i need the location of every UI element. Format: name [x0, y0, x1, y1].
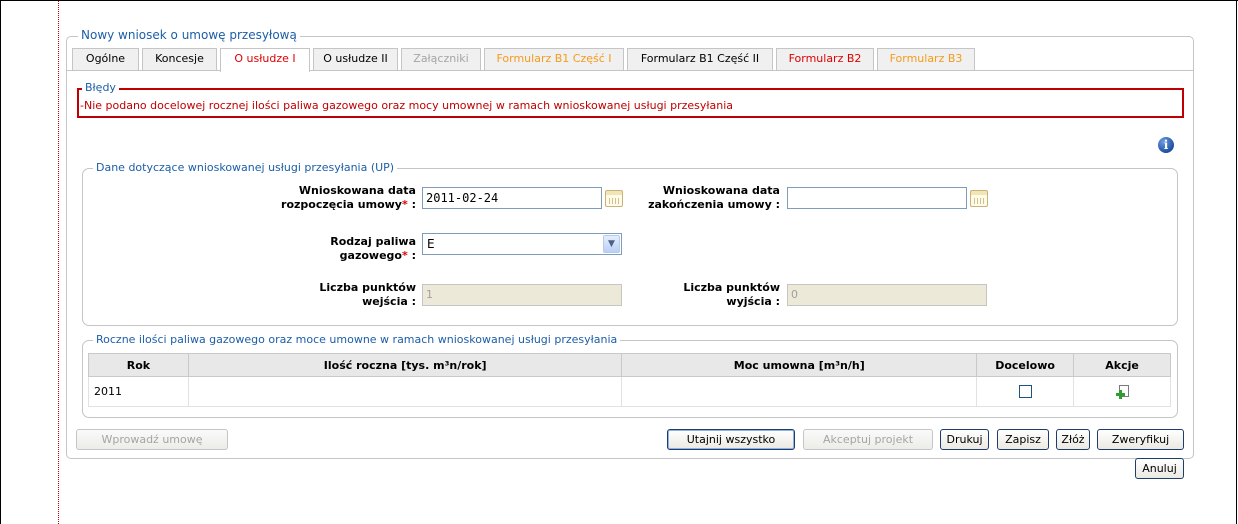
start-date-input[interactable]: 2011-02-24: [422, 187, 602, 209]
fuel-type-label-line2: gazowego: [339, 249, 402, 262]
power-cell[interactable]: [621, 376, 978, 407]
column-header-quantity: Ilość roczna [tys. m³n/rok]: [187, 353, 623, 377]
page-margin-line: [58, 1, 59, 524]
target-checkbox[interactable]: [1018, 385, 1032, 399]
entry-points-label: Liczba punktów wejścia :: [280, 281, 416, 309]
actions-cell: [1073, 376, 1171, 407]
table-header-row: Rok Ilość roczna [tys. m³n/rok] Moc umow…: [88, 353, 1171, 377]
window-left-border: [0, 0, 1, 524]
year-cell: 2011: [88, 376, 189, 407]
fuel-type-label: Rodzaj paliwa gazowego* :: [280, 235, 416, 263]
annual-quantities-table: Rok Ilość roczna [tys. m³n/rok] Moc umow…: [88, 353, 1171, 407]
fuel-type-label-line1: Rodzaj paliwa: [330, 235, 416, 248]
quantity-cell[interactable]: [187, 376, 623, 407]
cancel-button[interactable]: Anuluj: [1135, 458, 1184, 479]
table-row: 2011: [88, 376, 1171, 407]
column-header-actions: Akcje: [1073, 353, 1171, 377]
window-top-border: [0, 0, 1238, 1]
tab-o-usludze-1[interactable]: O usłudze I: [220, 48, 310, 72]
end-date-label: Wnioskowana data zakończenia umowy :: [640, 184, 780, 212]
start-date-label-line1: Wnioskowana data: [298, 184, 416, 197]
tab-ogolne[interactable]: Ogólne: [72, 48, 139, 70]
tab-formularz-b1-czesc-1[interactable]: Formularz B1 Część I: [484, 48, 624, 70]
tab-formularz-b3[interactable]: Formularz B3: [877, 48, 975, 70]
entry-points-input: 1: [422, 284, 622, 306]
tab-formularz-b1-czesc-2[interactable]: Formularz B1 Część II: [627, 48, 773, 70]
error-message: -Nie podano docelowej rocznej ilości pal…: [80, 99, 734, 112]
required-mark: *: [401, 249, 408, 262]
label-colon: :: [411, 249, 416, 262]
service-details-panel: [82, 168, 1178, 326]
start-date-label-line2: rozpoczęcia umowy: [281, 198, 402, 211]
print-button[interactable]: Drukuj: [940, 429, 989, 450]
verify-button[interactable]: Zweryfikuj: [1097, 429, 1184, 450]
calendar-icon[interactable]: [605, 190, 623, 207]
end-date-input[interactable]: [787, 187, 967, 209]
end-date-label-line2: zakończenia umowy :: [648, 198, 780, 211]
target-cell: [976, 376, 1075, 407]
calendar-icon[interactable]: [970, 190, 988, 207]
exit-points-label: Liczba punktów wyjścia :: [640, 281, 780, 309]
end-date-label-line1: Wnioskowana data: [662, 184, 780, 197]
service-details-legend: Dane dotyczące wnioskowanej usługi przes…: [93, 161, 398, 174]
column-header-power: Moc umowna [m³n/h]: [621, 353, 978, 377]
entry-points-label-line2: wejścia :: [362, 295, 416, 308]
info-icon[interactable]: i: [1158, 137, 1174, 153]
exit-points-label-line1: Liczba punktów: [683, 281, 780, 294]
tab-formularz-b2[interactable]: Formularz B2: [776, 48, 874, 70]
chevron-down-icon[interactable]: ▼: [603, 235, 620, 253]
column-header-year: Rok: [88, 353, 189, 377]
column-header-target: Docelowo: [976, 353, 1075, 377]
fuel-type-select[interactable]: E ▼: [422, 233, 622, 255]
enter-contract-button: Wprowadź umowę: [76, 429, 228, 450]
submit-button[interactable]: Złóż: [1056, 429, 1090, 450]
tab-o-usludze-2[interactable]: O usłudze II: [313, 48, 398, 70]
accept-project-button: Akceptuj projekt: [803, 429, 933, 450]
tab-zalaczniki: Załączniki: [401, 48, 481, 70]
tab-koncesje[interactable]: Koncesje: [142, 48, 217, 70]
fuel-type-selected-value: E: [427, 237, 435, 251]
entry-points-label-line1: Liczba punktów: [319, 281, 416, 294]
reveal-all-button[interactable]: Utajnij wszystko: [667, 429, 795, 450]
exit-points-label-line2: wyjścia :: [726, 295, 780, 308]
errors-legend: Błędy: [82, 81, 119, 94]
save-button[interactable]: Zapisz: [997, 429, 1049, 450]
add-row-icon[interactable]: [1115, 384, 1129, 399]
start-date-label: Wnioskowana data rozpoczęcia umowy* :: [250, 184, 416, 212]
required-mark: *: [401, 198, 408, 211]
window-right-border: [1236, 0, 1237, 524]
exit-points-input: 0: [787, 284, 987, 306]
label-colon: :: [411, 198, 416, 211]
annual-quantities-legend: Roczne ilości paliwa gazowego oraz moce …: [93, 333, 621, 346]
form-title: Nowy wniosek o umowę przesyłową: [78, 28, 300, 42]
